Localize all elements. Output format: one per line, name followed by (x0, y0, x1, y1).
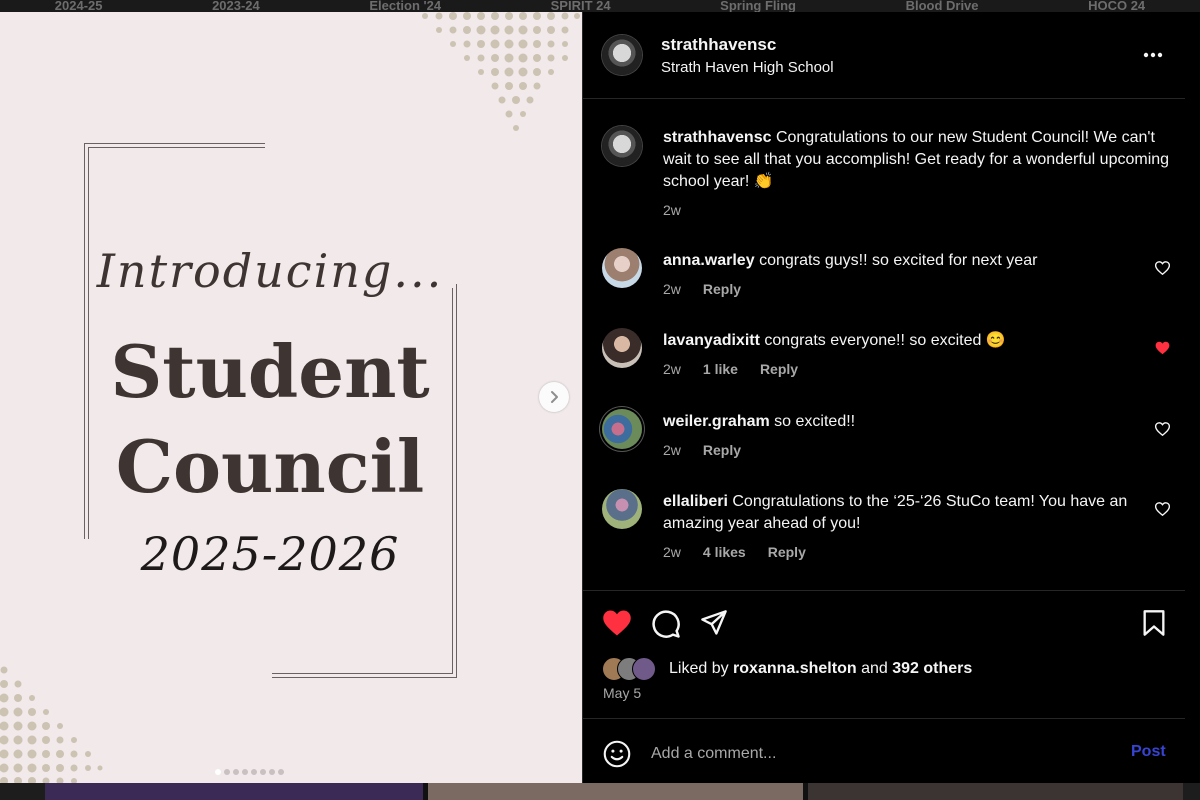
comment-time: 2w (663, 544, 681, 560)
header-username[interactable]: strathhavensc (661, 35, 776, 55)
background-post-grid (0, 783, 1200, 800)
comment-likes[interactable]: 4 likes (703, 544, 746, 560)
carousel-dot (233, 769, 239, 775)
liked-by-others[interactable]: 392 others (892, 660, 972, 677)
comment-body: congrats guys!! so excited for next year (759, 252, 1038, 269)
comment-username[interactable]: anna.warley (663, 252, 755, 269)
heart-icon[interactable] (1155, 502, 1170, 516)
bg-tab: HOCO 24 (1088, 0, 1146, 12)
next-slide-button[interactable] (539, 382, 569, 412)
carousel-dot (278, 769, 284, 775)
comment-body: Congratulations to the ‘25-‘26 StuCo tea… (663, 493, 1128, 532)
bg-tab: Election '24 (369, 0, 442, 12)
image-title-line1: Student (110, 329, 430, 414)
liked-by-user[interactable]: roxanna.shelton (733, 660, 857, 677)
liked-by-prefix: Liked by (669, 660, 729, 677)
heart-icon[interactable] (602, 609, 632, 637)
avatar[interactable] (602, 489, 642, 529)
heart-icon[interactable] (1155, 341, 1170, 355)
comment-meta: 2w 4 likes Reply (663, 544, 806, 560)
image-years-text: 2025-2026 (140, 527, 400, 581)
caption-time: 2w (663, 202, 681, 218)
bg-tab: SPIRIT 24 (550, 0, 611, 12)
comment-meta: 2w Reply (663, 281, 741, 297)
comment-text: anna.warley congrats guys!! so excited f… (663, 250, 1133, 272)
avatar[interactable] (602, 328, 642, 368)
reply-button[interactable]: Reply (703, 442, 741, 458)
avatar[interactable] (602, 248, 642, 288)
action-bar: Liked by roxanna.shelton and 392 others … (583, 590, 1185, 701)
background-highlight-tabs: 2024-25 2023-24 Election '24 SPIRIT 24 S… (0, 0, 1200, 12)
comment-body: so excited!! (774, 413, 856, 430)
reply-button[interactable]: Reply (760, 361, 798, 377)
emoji-icon[interactable] (603, 740, 631, 768)
caption-username[interactable]: strathhavensc (663, 129, 772, 146)
bg-tab: Blood Drive (905, 0, 979, 12)
avatar (632, 657, 656, 681)
reply-button[interactable]: Reply (703, 281, 741, 297)
bookmark-icon[interactable] (1141, 609, 1167, 637)
comment-username[interactable]: ellaliberi (663, 493, 728, 510)
comment-meta: 2w Reply (663, 442, 741, 458)
carousel-dot (242, 769, 248, 775)
reply-button[interactable]: Reply (768, 544, 806, 560)
post-detail-panel: strathhavensc Strath Haven High School s… (583, 12, 1200, 783)
share-icon[interactable] (700, 609, 728, 637)
decorative-dots-bottom (0, 666, 103, 783)
header-location[interactable]: Strath Haven High School (661, 59, 834, 76)
decorative-dots-top (422, 12, 580, 131)
liked-by-avatars (602, 657, 662, 681)
avatar[interactable] (602, 409, 642, 449)
more-icon[interactable] (1143, 52, 1163, 58)
carousel-dot (269, 769, 275, 775)
liked-by-and: and (861, 660, 888, 677)
comment-text: ellaliberi Congratulations to the ‘25-‘2… (663, 491, 1133, 535)
comment-input[interactable] (649, 739, 1113, 769)
post-image: Introducing... Student Council 2025-2026 (0, 12, 582, 783)
comment-time: 2w (663, 281, 681, 297)
comment-body: congrats everyone!! so excited 😊 (764, 332, 1006, 349)
heart-icon[interactable] (1155, 422, 1170, 436)
avatar[interactable] (602, 126, 642, 166)
comment-icon[interactable] (651, 609, 681, 639)
liked-by-text: Liked by roxanna.shelton and 392 others (669, 658, 972, 680)
bg-tab: 2023-24 (212, 0, 260, 12)
image-intro-text: Introducing... (96, 244, 444, 298)
image-title-line2: Council (115, 424, 425, 509)
post-comment-button[interactable]: Post (1131, 743, 1166, 761)
comment-text: lavanyadixitt congrats everyone!! so exc… (663, 330, 1133, 352)
comment-composer: Post (583, 718, 1185, 784)
carousel-dot (224, 769, 230, 775)
comment-time: 2w (663, 361, 681, 377)
comment-username[interactable]: weiler.graham (663, 413, 770, 430)
comment-time: 2w (663, 442, 681, 458)
avatar[interactable] (602, 35, 642, 75)
post-header: strathhavensc Strath Haven High School (583, 12, 1185, 99)
bg-tab: Spring Fling (720, 0, 796, 12)
comment-likes[interactable]: 1 like (703, 361, 738, 377)
carousel-dot (215, 769, 221, 775)
comment-username[interactable]: lavanyadixitt (663, 332, 760, 349)
caption-text: strathhavensc Congratulations to our new… (663, 127, 1173, 193)
carousel-dot (260, 769, 266, 775)
bg-tab: 2024-25 (54, 0, 103, 12)
carousel-indicator (215, 769, 284, 775)
carousel-dot (251, 769, 257, 775)
chevron-right-icon (551, 391, 558, 403)
comment-text: weiler.graham so excited!! (663, 411, 1133, 433)
heart-icon[interactable] (1155, 261, 1170, 275)
comment-meta: 2w 1 like Reply (663, 361, 798, 377)
post-date: May 5 (603, 685, 642, 701)
